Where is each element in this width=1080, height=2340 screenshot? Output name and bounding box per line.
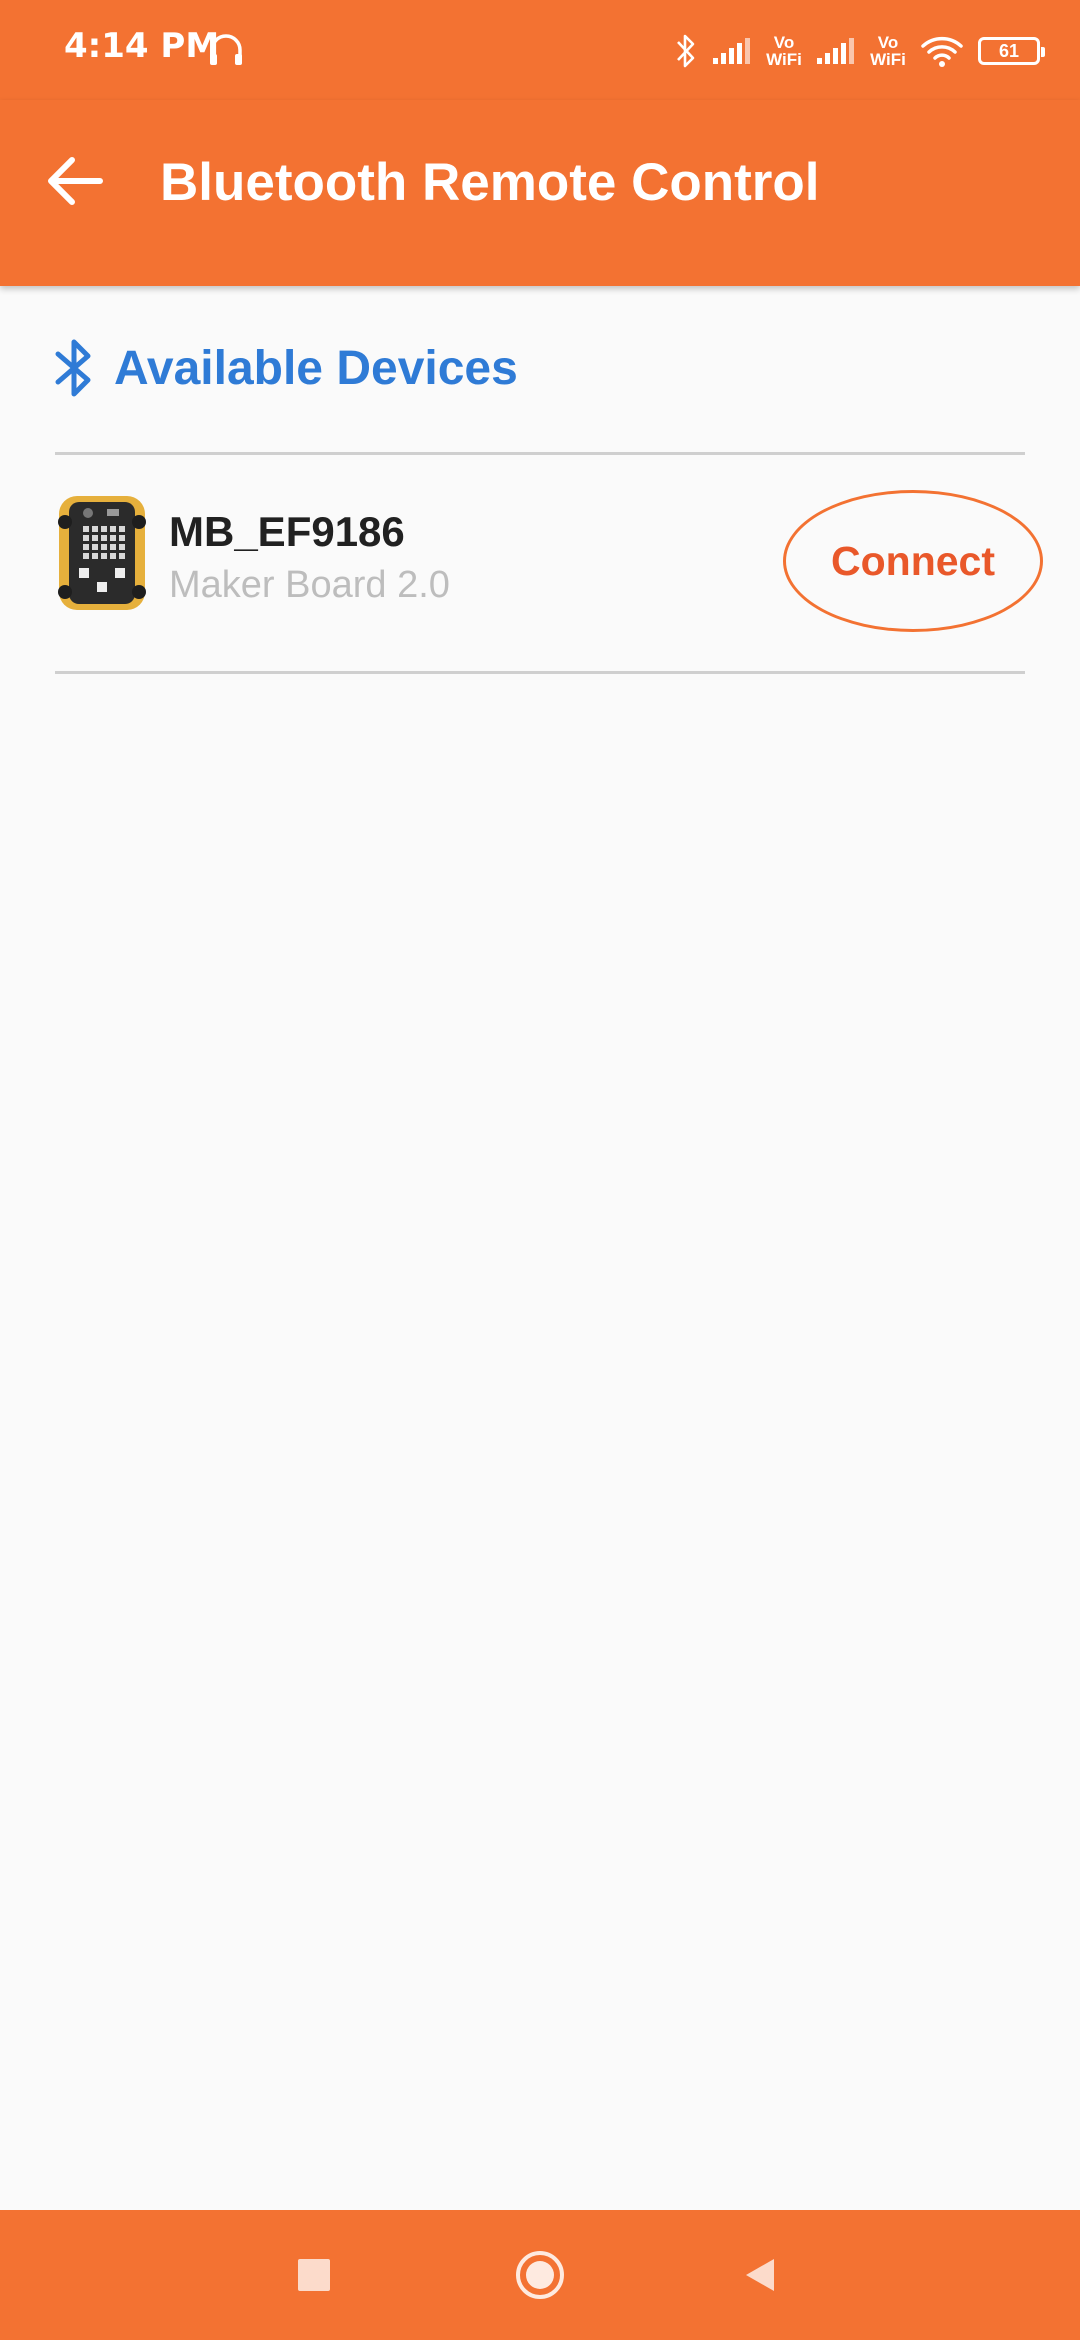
vowifi-icon: Vo WiFi — [766, 33, 802, 69]
signal-icon — [713, 38, 750, 64]
device-model: Maker Board 2.0 — [169, 564, 450, 606]
system-back-button[interactable] — [730, 2245, 790, 2305]
list-item[interactable]: MB_EF9186 Maker Board 2.0 Connect — [55, 456, 1045, 672]
page-title: Bluetooth Remote Control — [160, 153, 820, 212]
signal-icon — [817, 38, 854, 64]
app-bar: Bluetooth Remote Control — [0, 100, 1080, 286]
battery-icon: 61 — [978, 37, 1045, 65]
headset-icon — [210, 34, 242, 65]
status-icons: Vo WiFi Vo WiFi 61 — [674, 26, 1045, 76]
divider — [55, 671, 1025, 674]
connect-button[interactable]: Connect — [783, 490, 1043, 632]
status-bar: 4:14 PM Vo WiFi Vo WiFi 61 — [0, 0, 1080, 100]
available-devices-header: Available Devices — [52, 338, 518, 398]
maker-board-image — [58, 496, 146, 610]
battery-level: 61 — [998, 41, 1020, 61]
connect-button-label: Connect — [831, 537, 995, 584]
circle-home-icon — [516, 2251, 564, 2299]
bluetooth-icon — [677, 34, 695, 68]
status-time: 4:14 PM — [64, 26, 220, 66]
navigation-bar — [0, 2210, 1080, 2340]
home-button[interactable] — [510, 2245, 570, 2305]
bluetooth-icon — [55, 339, 91, 397]
square-recents-icon — [298, 2259, 330, 2291]
vowifi-icon: Vo WiFi — [870, 33, 906, 69]
back-arrow-icon[interactable] — [40, 146, 110, 216]
section-title: Available Devices — [114, 341, 518, 395]
triangle-back-icon — [746, 2259, 774, 2291]
divider — [55, 452, 1025, 455]
wifi-icon — [921, 36, 963, 67]
device-name: MB_EF9186 — [169, 508, 405, 555]
recents-button[interactable] — [284, 2245, 344, 2305]
